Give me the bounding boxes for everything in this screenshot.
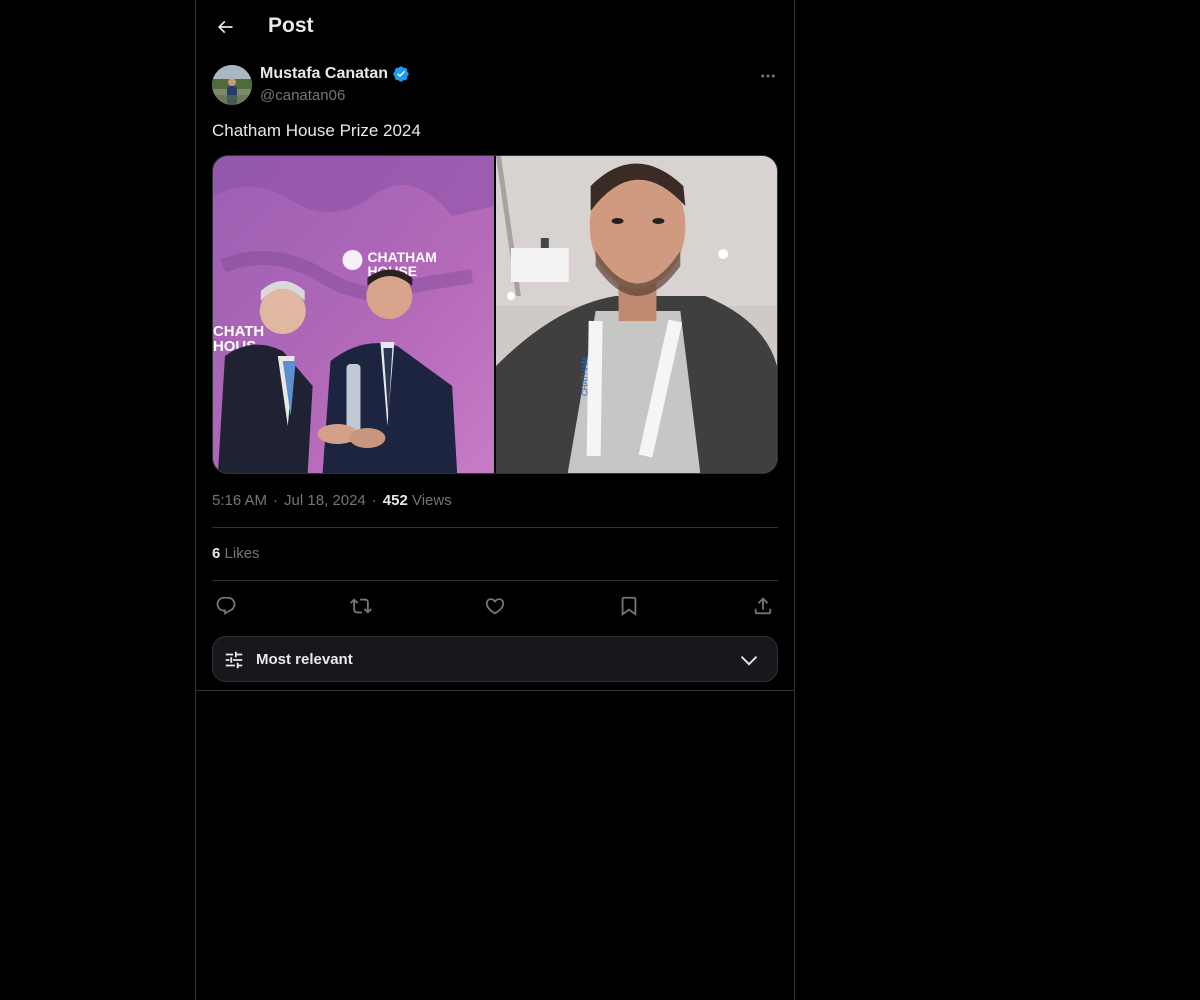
sort-label: Most relevant: [256, 651, 353, 668]
heart-icon: [485, 598, 505, 615]
author-name: Mustafa Canatan: [260, 65, 389, 82]
reply-icon: [216, 596, 236, 615]
likes-link[interactable]: 6 Likes: [212, 545, 260, 562]
reply-button[interactable]: [212, 592, 240, 620]
views-count: 452: [382, 492, 408, 509]
author-avatar[interactable]: [212, 65, 252, 105]
author-name-link[interactable]: Mustafa Canatan: [260, 65, 410, 83]
more-dots-icon: [761, 74, 775, 78]
bookmark-button[interactable]: [615, 592, 643, 620]
replies-sort-dropdown[interactable]: Most relevant: [212, 636, 778, 682]
arrow-left-icon: [217, 20, 233, 34]
likes-label: Likes: [224, 545, 260, 562]
back-button[interactable]: [208, 10, 242, 44]
share-button[interactable]: [749, 592, 777, 620]
filter-sliders-icon: [225, 651, 243, 669]
views-info[interactable]: 452 Views: [383, 492, 452, 509]
avatar-image: [212, 65, 252, 105]
post-time[interactable]: 5:16 AM: [212, 492, 267, 509]
section-divider: [196, 690, 794, 691]
bookmark-icon: [621, 596, 637, 617]
divider: [212, 580, 778, 581]
award-photo: CHATHAM HOUSE CHATH HOUS: [213, 156, 494, 473]
like-button[interactable]: [481, 592, 509, 620]
post-media-grid: CHATHAM HOUSE CHATH HOUS: [212, 155, 778, 474]
post-date[interactable]: Jul 18, 2024: [284, 492, 366, 509]
chevron-down-icon: [740, 656, 758, 666]
repost-button[interactable]: [347, 592, 375, 620]
author-handle[interactable]: @canatan06: [260, 87, 345, 104]
share-icon: [754, 597, 772, 615]
divider: [212, 527, 778, 528]
repost-icon: [350, 598, 372, 614]
views-label: Views: [411, 492, 452, 509]
selfie-photo: CHATHAM: [496, 156, 777, 473]
svg-text:CHATHAM: CHATHAM: [581, 357, 590, 396]
likes-count: 6: [212, 545, 221, 562]
post-text: Chatham House Prize 2024: [212, 121, 421, 140]
page-title: Post: [268, 14, 314, 37]
more-options-button[interactable]: [756, 64, 780, 88]
post-photo-selfie[interactable]: CHATHAM: [496, 156, 777, 473]
page-header: Post: [196, 0, 794, 53]
meta-separator: ·: [371, 492, 377, 509]
post-action-bar: [212, 592, 778, 620]
verified-badge-icon: [393, 66, 409, 82]
primary-column: Post Mustafa Canatan @canatan06 Chatham …: [195, 0, 795, 1000]
post-photo-award[interactable]: CHATHAM HOUSE CHATH HOUS: [213, 156, 494, 473]
meta-separator: ·: [273, 492, 279, 509]
post-meta: 5:16 AM · Jul 18, 2024 · 452 Views: [212, 492, 452, 509]
